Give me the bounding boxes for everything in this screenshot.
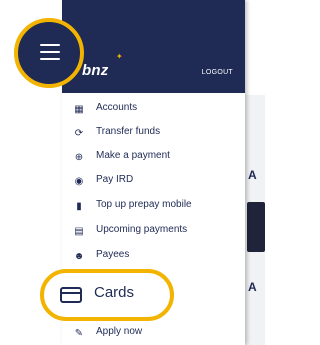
menu-item-label: Cards [94, 284, 135, 301]
menu-item-label: Pay IRD [96, 174, 134, 185]
background-card [247, 202, 265, 252]
menu-item-pay-ird[interactable]: ◉ Pay IRD [62, 169, 245, 193]
menu-item-label: Upcoming payments [96, 224, 188, 235]
menu-item-accounts[interactable]: ▦ Accounts [62, 97, 245, 121]
logout-link[interactable]: LOGOUT [202, 69, 233, 76]
menu-item-cards[interactable]: Cards [40, 269, 174, 321]
menu-item-make-a-payment[interactable]: ⊕ Make a payment [62, 145, 245, 169]
background-letter: A [248, 168, 257, 182]
mobile-icon: ▮ [76, 200, 82, 212]
menu-item-label: Make a payment [96, 150, 170, 161]
hamburger-icon [40, 44, 60, 46]
payees-icon: ☻ [73, 250, 85, 262]
menu-item-upcoming-payments[interactable]: ▤ Upcoming payments [62, 219, 245, 243]
background-letter: A [248, 280, 257, 294]
hamburger-icon [40, 58, 60, 60]
menu-item-label: Payees [96, 249, 130, 260]
menu-item-payees[interactable]: ☻ Payees [62, 244, 245, 268]
menu-item-label: Accounts [96, 102, 138, 113]
menu-item-transfer-funds[interactable]: ⟳ Transfer funds [62, 121, 245, 145]
edit-icon: ✎ [74, 327, 84, 339]
menu-item-label: Apply now [96, 326, 143, 337]
menu-item-top-up-prepay-mobile[interactable]: ▮ Top up prepay mobile [62, 194, 245, 218]
hamburger-icon [40, 51, 60, 53]
menu-item-apply-now[interactable]: ✎ Apply now [62, 321, 245, 345]
bnz-logo: bnz [82, 62, 109, 79]
app-screen: A A bnz ✦ LOGOUT ▦ Accounts ⟳ Transfer f… [0, 0, 265, 345]
menu-item-label: Transfer funds [96, 126, 161, 137]
hamburger-menu-button[interactable] [14, 18, 84, 88]
transfer-icon: ⟳ [74, 127, 84, 139]
ird-icon: ◉ [74, 175, 84, 187]
calendar-icon: ▤ [74, 225, 84, 237]
card-icon [60, 287, 82, 303]
menu-item-label: Top up prepay mobile [96, 199, 192, 210]
payment-icon: ⊕ [74, 151, 84, 163]
drawer-header: bnz ✦ LOGOUT [62, 0, 245, 93]
bnz-star-icon: ✦ [116, 52, 123, 61]
accounts-icon: ▦ [74, 103, 84, 115]
